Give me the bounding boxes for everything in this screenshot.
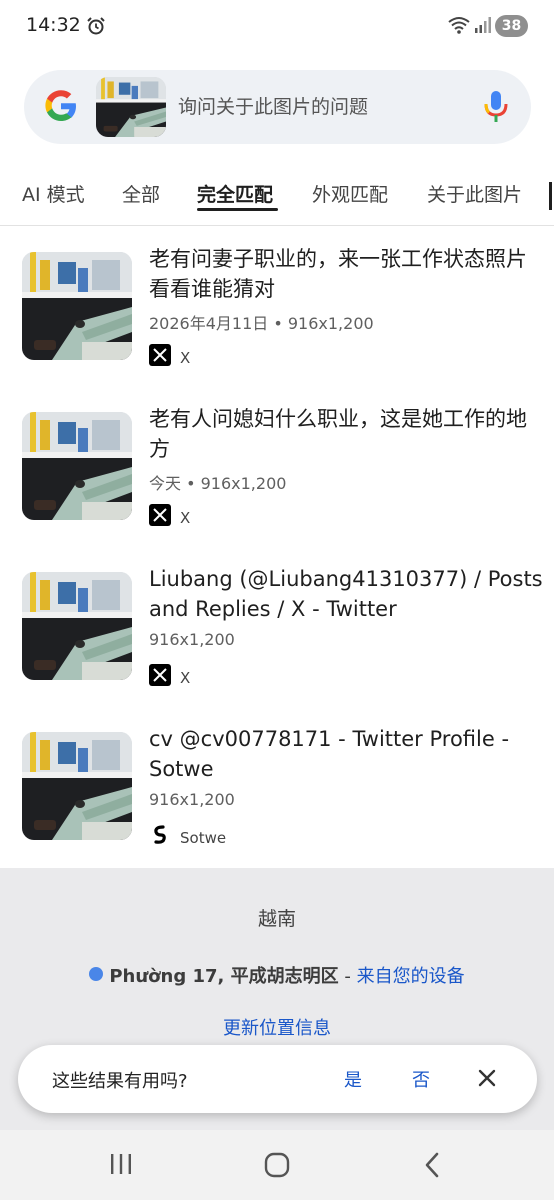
status-bar: 14:32 38 bbox=[0, 0, 554, 52]
tab-all[interactable]: 全部 bbox=[122, 180, 160, 207]
signal-icon bbox=[475, 17, 491, 33]
close-icon[interactable] bbox=[476, 1067, 498, 1089]
result-source: X bbox=[180, 669, 191, 687]
location-source-link[interactable]: 来自您的设备 bbox=[357, 966, 465, 987]
wifi-icon bbox=[448, 17, 470, 34]
result-source: X bbox=[180, 509, 191, 527]
feedback-no-button[interactable]: 否 bbox=[412, 1066, 430, 1092]
result-meta: 2026年4月11日 • 916x1,200 bbox=[149, 314, 374, 333]
tab-visual-match[interactable]: 外观匹配 bbox=[312, 180, 388, 207]
feedback-yes-button[interactable]: 是 bbox=[344, 1066, 362, 1092]
home-icon[interactable] bbox=[264, 1152, 290, 1178]
search-image-thumbnail[interactable] bbox=[96, 77, 166, 137]
result-item[interactable]: 老有问妻子职业的，来一张工作状态照片看看谁能猜对 2026年4月11日 • 91… bbox=[0, 247, 554, 412]
sotwe-logo-icon bbox=[154, 825, 166, 844]
feedback-toast: 这些结果有用吗? 是 否 bbox=[18, 1045, 537, 1113]
update-location-link[interactable]: 更新位置信息 bbox=[0, 1014, 554, 1040]
tab-exact-match[interactable]: 完全匹配 bbox=[197, 180, 273, 207]
battery-indicator: 38 bbox=[495, 15, 528, 37]
system-nav-bar bbox=[0, 1130, 554, 1200]
mic-icon[interactable] bbox=[483, 89, 509, 125]
tab-about-image[interactable]: 关于此图片 bbox=[427, 180, 522, 207]
x-logo-icon bbox=[149, 664, 171, 686]
result-thumbnail[interactable] bbox=[22, 732, 132, 840]
tab-ai-mode[interactable]: AI 模式 bbox=[22, 180, 85, 207]
result-source: X bbox=[180, 349, 191, 367]
result-thumbnail[interactable] bbox=[22, 572, 132, 680]
feedback-question: 这些结果有用吗? bbox=[52, 1071, 188, 1092]
back-icon[interactable] bbox=[422, 1151, 442, 1179]
location-dot-icon bbox=[89, 967, 104, 981]
result-title[interactable]: cv @cv00778171 - Twitter Profile - Sotwe bbox=[149, 724, 544, 784]
location-place: Phường 17, 平成胡志明区 bbox=[109, 966, 339, 987]
search-tabs: AI 模式 全部 完全匹配 外观匹配 关于此图片 bbox=[0, 168, 554, 226]
location-separator: - bbox=[338, 966, 357, 987]
status-time: 14:32 bbox=[26, 14, 81, 36]
result-title[interactable]: Liubang (@Liubang41310377) / Posts and R… bbox=[149, 564, 544, 624]
result-item[interactable]: Liubang (@Liubang41310377) / Posts and R… bbox=[0, 567, 554, 732]
x-logo-icon bbox=[149, 504, 171, 526]
result-source: Sotwe bbox=[180, 829, 227, 847]
x-logo-icon bbox=[149, 344, 171, 366]
search-input[interactable] bbox=[178, 92, 458, 122]
result-title[interactable]: 老有问妻子职业的，来一张工作状态照片看看谁能猜对 bbox=[149, 244, 544, 304]
tab-overflow-indicator bbox=[549, 182, 552, 210]
result-meta: 916x1,200 bbox=[149, 630, 235, 649]
result-meta: 916x1,200 bbox=[149, 790, 235, 809]
google-logo-icon[interactable] bbox=[43, 88, 79, 124]
result-title[interactable]: 老有人问媳妇什么职业，这是她工作的地方 bbox=[149, 404, 544, 464]
result-thumbnail[interactable] bbox=[22, 412, 132, 520]
search-bar[interactable] bbox=[24, 70, 531, 144]
location-line: Phường 17, 平成胡志明区 - 来自您的设备 bbox=[0, 962, 554, 988]
recent-apps-icon[interactable] bbox=[108, 1152, 134, 1176]
result-item[interactable]: 老有人问媳妇什么职业，这是她工作的地方 今天 • 916x1,200 X bbox=[0, 407, 554, 572]
result-thumbnail[interactable] bbox=[22, 252, 132, 360]
active-tab-indicator bbox=[197, 208, 278, 211]
country-label: 越南 bbox=[257, 908, 296, 930]
result-meta: 今天 • 916x1,200 bbox=[149, 474, 287, 493]
alarm-icon bbox=[87, 17, 105, 35]
